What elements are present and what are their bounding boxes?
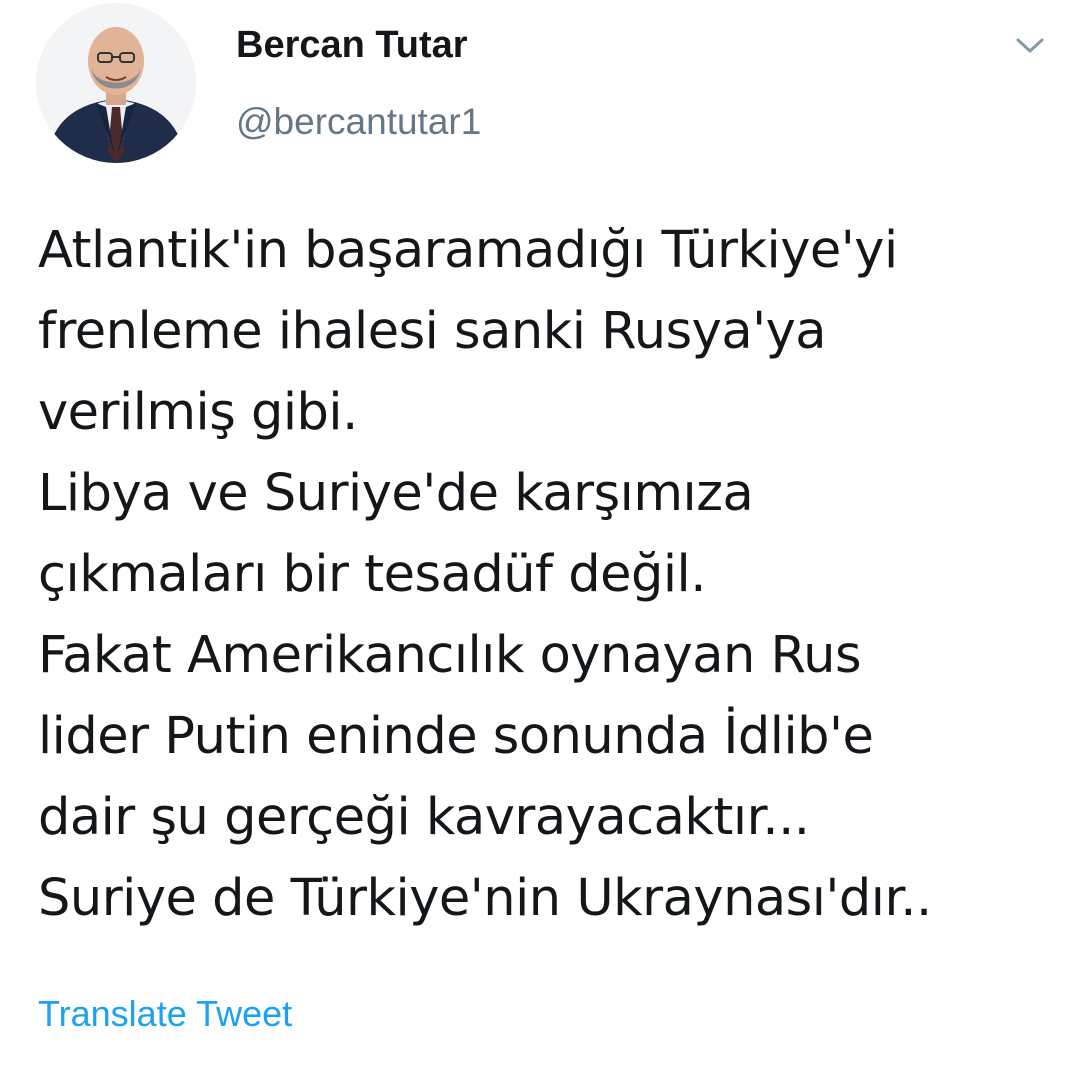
tweet-text-line: verilmiş gibi. xyxy=(38,383,358,442)
user-handle[interactable]: @bercantutar1 xyxy=(236,98,481,146)
tweet-text-line: Suriye de Türkiye'nin Ukraynası'dır.. xyxy=(38,869,932,928)
display-name[interactable]: Bercan Tutar xyxy=(236,20,468,70)
tweet-text-line: lider Putin eninde sonunda İdlib'e xyxy=(38,707,874,766)
tweet-text-line: Libya ve Suriye'de karşımıza xyxy=(38,464,754,523)
profile-photo xyxy=(36,3,196,163)
tweet-text-line: Atlantik'in başaramadığı Türkiye'yi xyxy=(38,221,898,280)
tweet-text: Atlantik'in başaramadığı Türkiye'yi fren… xyxy=(38,210,1068,939)
chevron-down-icon xyxy=(1016,38,1044,53)
tweet-text-line: dair şu gerçeği kavrayacaktır... xyxy=(38,788,810,847)
tweet-text-line: Fakat Amerikancılık oynayan Rus xyxy=(38,626,862,685)
tweet-menu-button[interactable] xyxy=(1008,28,1052,64)
translate-tweet-link[interactable]: Translate Tweet xyxy=(38,990,292,1038)
tweet-text-line: çıkmaları bir tesadüf değil. xyxy=(38,545,706,604)
avatar[interactable] xyxy=(36,3,196,163)
tweet-text-line: frenleme ihalesi sanki Rusya'ya xyxy=(38,302,827,361)
